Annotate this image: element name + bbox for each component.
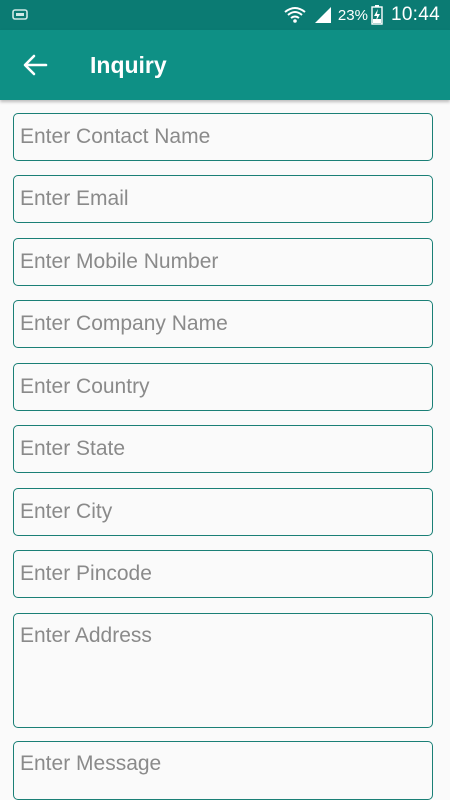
contact-name-field[interactable] <box>13 113 433 161</box>
state-field[interactable] <box>13 425 433 473</box>
pincode-field[interactable] <box>13 550 433 598</box>
app-bar: Inquiry <box>0 30 450 100</box>
battery-charging-icon <box>371 5 383 25</box>
email-field[interactable] <box>13 175 433 223</box>
address-field[interactable] <box>13 613 433 728</box>
status-icons: 23% 10:44 <box>284 0 440 30</box>
notification-icon <box>12 9 28 20</box>
city-field[interactable] <box>13 488 433 536</box>
message-field[interactable] <box>13 741 433 800</box>
clock: 10:44 <box>390 4 440 25</box>
company-name-field[interactable] <box>13 300 433 348</box>
mobile-number-field[interactable] <box>13 238 433 286</box>
arrow-back-icon[interactable] <box>22 53 48 77</box>
signal-icon <box>314 7 331 23</box>
page-title: Inquiry <box>90 52 167 78</box>
country-field[interactable] <box>13 363 433 411</box>
wifi-icon <box>284 7 306 23</box>
battery-percent: 23% <box>337 6 368 24</box>
status-bar: 23% 10:44 <box>0 0 450 30</box>
